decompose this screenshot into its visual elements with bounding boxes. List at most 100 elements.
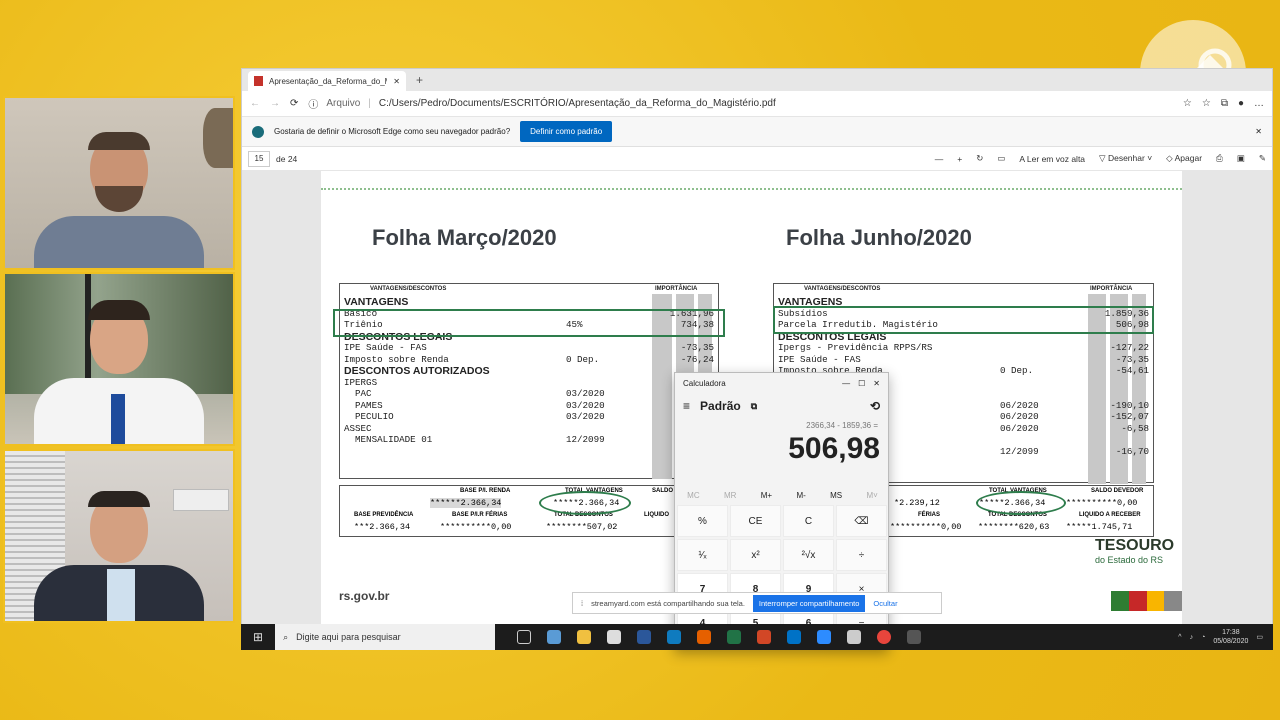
march-base-prev: ***2.366,34 [354,522,411,532]
powerpoint-icon[interactable] [757,630,772,644]
close-tab-icon[interactable]: ✕ [393,77,400,86]
june-row-ref: 12/2099 [1000,445,1039,457]
profile-icon[interactable]: ● [1238,98,1244,109]
pin-icon[interactable]: ✎ [1259,153,1266,164]
edge-logo-icon [252,125,264,138]
june-title: Folha Junho/2020 [786,225,972,250]
forward-icon[interactable]: → [270,98,280,109]
calculator-icon[interactable] [907,630,922,644]
calc-result: 506,98 [788,432,880,465]
read-aloud-button[interactable]: A Ler em voz alta [1019,154,1085,164]
store-icon[interactable] [607,630,622,644]
june-row-value: -152,07 [1110,411,1149,422]
zoom-out-icon[interactable]: — [935,154,944,164]
hide-button[interactable]: Ocultar [873,599,897,608]
zoom-icon[interactable] [817,630,832,644]
history-icon[interactable]: ⟲ [870,399,880,413]
edge-icon[interactable] [667,630,682,644]
calc-key[interactable]: % [677,505,728,537]
june-row-value: -73,35 [1115,353,1149,365]
favorite-icon[interactable]: ☆ [1183,98,1192,109]
calc-titlebar: Calculadora — ☐ ✕ [675,373,888,393]
march-row-value: -73,35 [680,342,714,353]
rotate-icon[interactable]: ↻ [976,153,983,164]
draw-label: Desenhar [1107,153,1145,163]
close-icon[interactable]: ✕ [873,379,880,388]
calc-key[interactable]: C [783,505,834,537]
march-row-label: ASSEC [344,422,372,434]
minimize-icon[interactable]: — [842,379,850,388]
task-view-icon[interactable] [517,630,532,644]
app-icon-1[interactable] [547,630,562,644]
pdf-toolbar: 15 de 24 — + ↻ ▭ A Ler em voz alta ▽ Des… [242,147,1272,171]
memory-button[interactable]: MC [687,491,699,500]
excel-icon[interactable] [727,630,742,644]
refresh-icon[interactable]: ⟳ [290,98,298,109]
march-total-descontos: ********507,02 [546,522,618,532]
calc-key[interactable]: x² [730,539,781,571]
volume-icon[interactable]: ♪ [1190,634,1194,641]
memory-button[interactable]: M+ [761,491,772,500]
collections-icon[interactable]: ⧉ [1221,98,1228,109]
calc-mode: Padrão [700,399,741,413]
taskbar-search[interactable]: ⌕ Digite aqui para pesquisar [275,624,496,650]
menu-icon[interactable]: … [1254,98,1264,109]
page-number-input[interactable]: 15 [248,150,270,167]
print-icon[interactable]: ⎙ [1216,153,1223,164]
june-liquido: *****1.745,71 [1066,522,1133,532]
march-label-base-prev: BASE PREVIDÊNCIA [354,512,414,518]
memory-button[interactable]: M˅ [866,491,877,500]
june-row-value: -6,58 [1121,422,1149,434]
back-icon[interactable]: ← [250,98,260,109]
memory-button[interactable]: MS [830,491,842,500]
address-bar[interactable]: ⓘ Arquivo | C:/Users/Pedro/Documents/ESC… [308,96,1172,111]
june-row-value: -127,22 [1110,342,1149,353]
clock[interactable]: 17:38 05/08/2020 [1213,628,1248,646]
memory-button[interactable]: MR [724,491,736,500]
fit-page-icon[interactable]: ▭ [997,153,1005,164]
stop-sharing-button[interactable]: Interromper compartilhamento [752,594,866,612]
hamburger-icon[interactable]: ≡ [683,399,690,413]
drag-handle-icon[interactable]: ⁞ [581,599,583,608]
search-icon: ⌕ [283,631,289,642]
june-row-ref: 06/2020 [1000,399,1039,411]
calc-key[interactable]: ⌫ [836,505,887,537]
pdf-tab[interactable]: Apresentação_da_Reforma_do_M ✕ [248,71,406,91]
maximize-icon[interactable]: ☐ [858,379,865,388]
windows-start-icon[interactable]: ⊞ [241,630,275,644]
read-aloud-icon: A [1019,153,1025,164]
memory-button[interactable]: M- [796,491,805,500]
tab-title: Apresentação_da_Reforma_do_M [269,76,388,86]
webcam-participant-1 [3,96,235,270]
calc-key[interactable]: ²√x [783,539,834,571]
calc-key[interactable]: ¹⁄ₓ [677,539,728,571]
word-icon[interactable] [637,630,652,644]
march-row-label: DESCONTOS AUTORIZADOS [344,365,490,377]
chrome-icon[interactable] [877,630,892,644]
security-icon[interactable] [847,630,862,644]
save-icon[interactable]: ▣ [1237,153,1245,164]
calc-key[interactable]: ÷ [836,539,887,571]
erase-button[interactable]: ◇ Apagar [1166,153,1202,164]
outlook-icon[interactable] [787,630,802,644]
tray-chevron-icon[interactable]: ^ [1178,634,1181,641]
favorites-icon[interactable]: ☆ [1202,98,1211,109]
calc-key[interactable]: CE [730,505,781,537]
june-base-ferias: **********0,00 [890,522,962,532]
march-row-label: PECULIO [344,411,394,422]
june-saldo-devedor: **********0,00 [1066,498,1138,508]
close-banner-icon[interactable]: ✕ [1255,127,1262,136]
firefox-icon[interactable] [697,630,712,644]
march-row-label: VANTAGENS [344,296,409,308]
march-row-label: PAC [344,388,372,399]
network-icon[interactable]: ◔ [1201,634,1205,641]
notifications-icon[interactable]: ▭ [1256,633,1263,641]
draw-button[interactable]: ▽ Desenhar ˅ [1099,153,1152,164]
new-tab-icon[interactable]: + [416,73,423,87]
address-url[interactable]: C:/Users/Pedro/Documents/ESCRITÓRIO/Apre… [379,98,776,109]
file-explorer-icon[interactable] [577,630,592,644]
set-default-button[interactable]: Definir como padrão [520,121,613,142]
keep-on-top-icon[interactable]: ⧉ [751,401,757,412]
march-row-label: PAMES [344,399,383,411]
zoom-in-icon[interactable]: + [957,154,962,164]
